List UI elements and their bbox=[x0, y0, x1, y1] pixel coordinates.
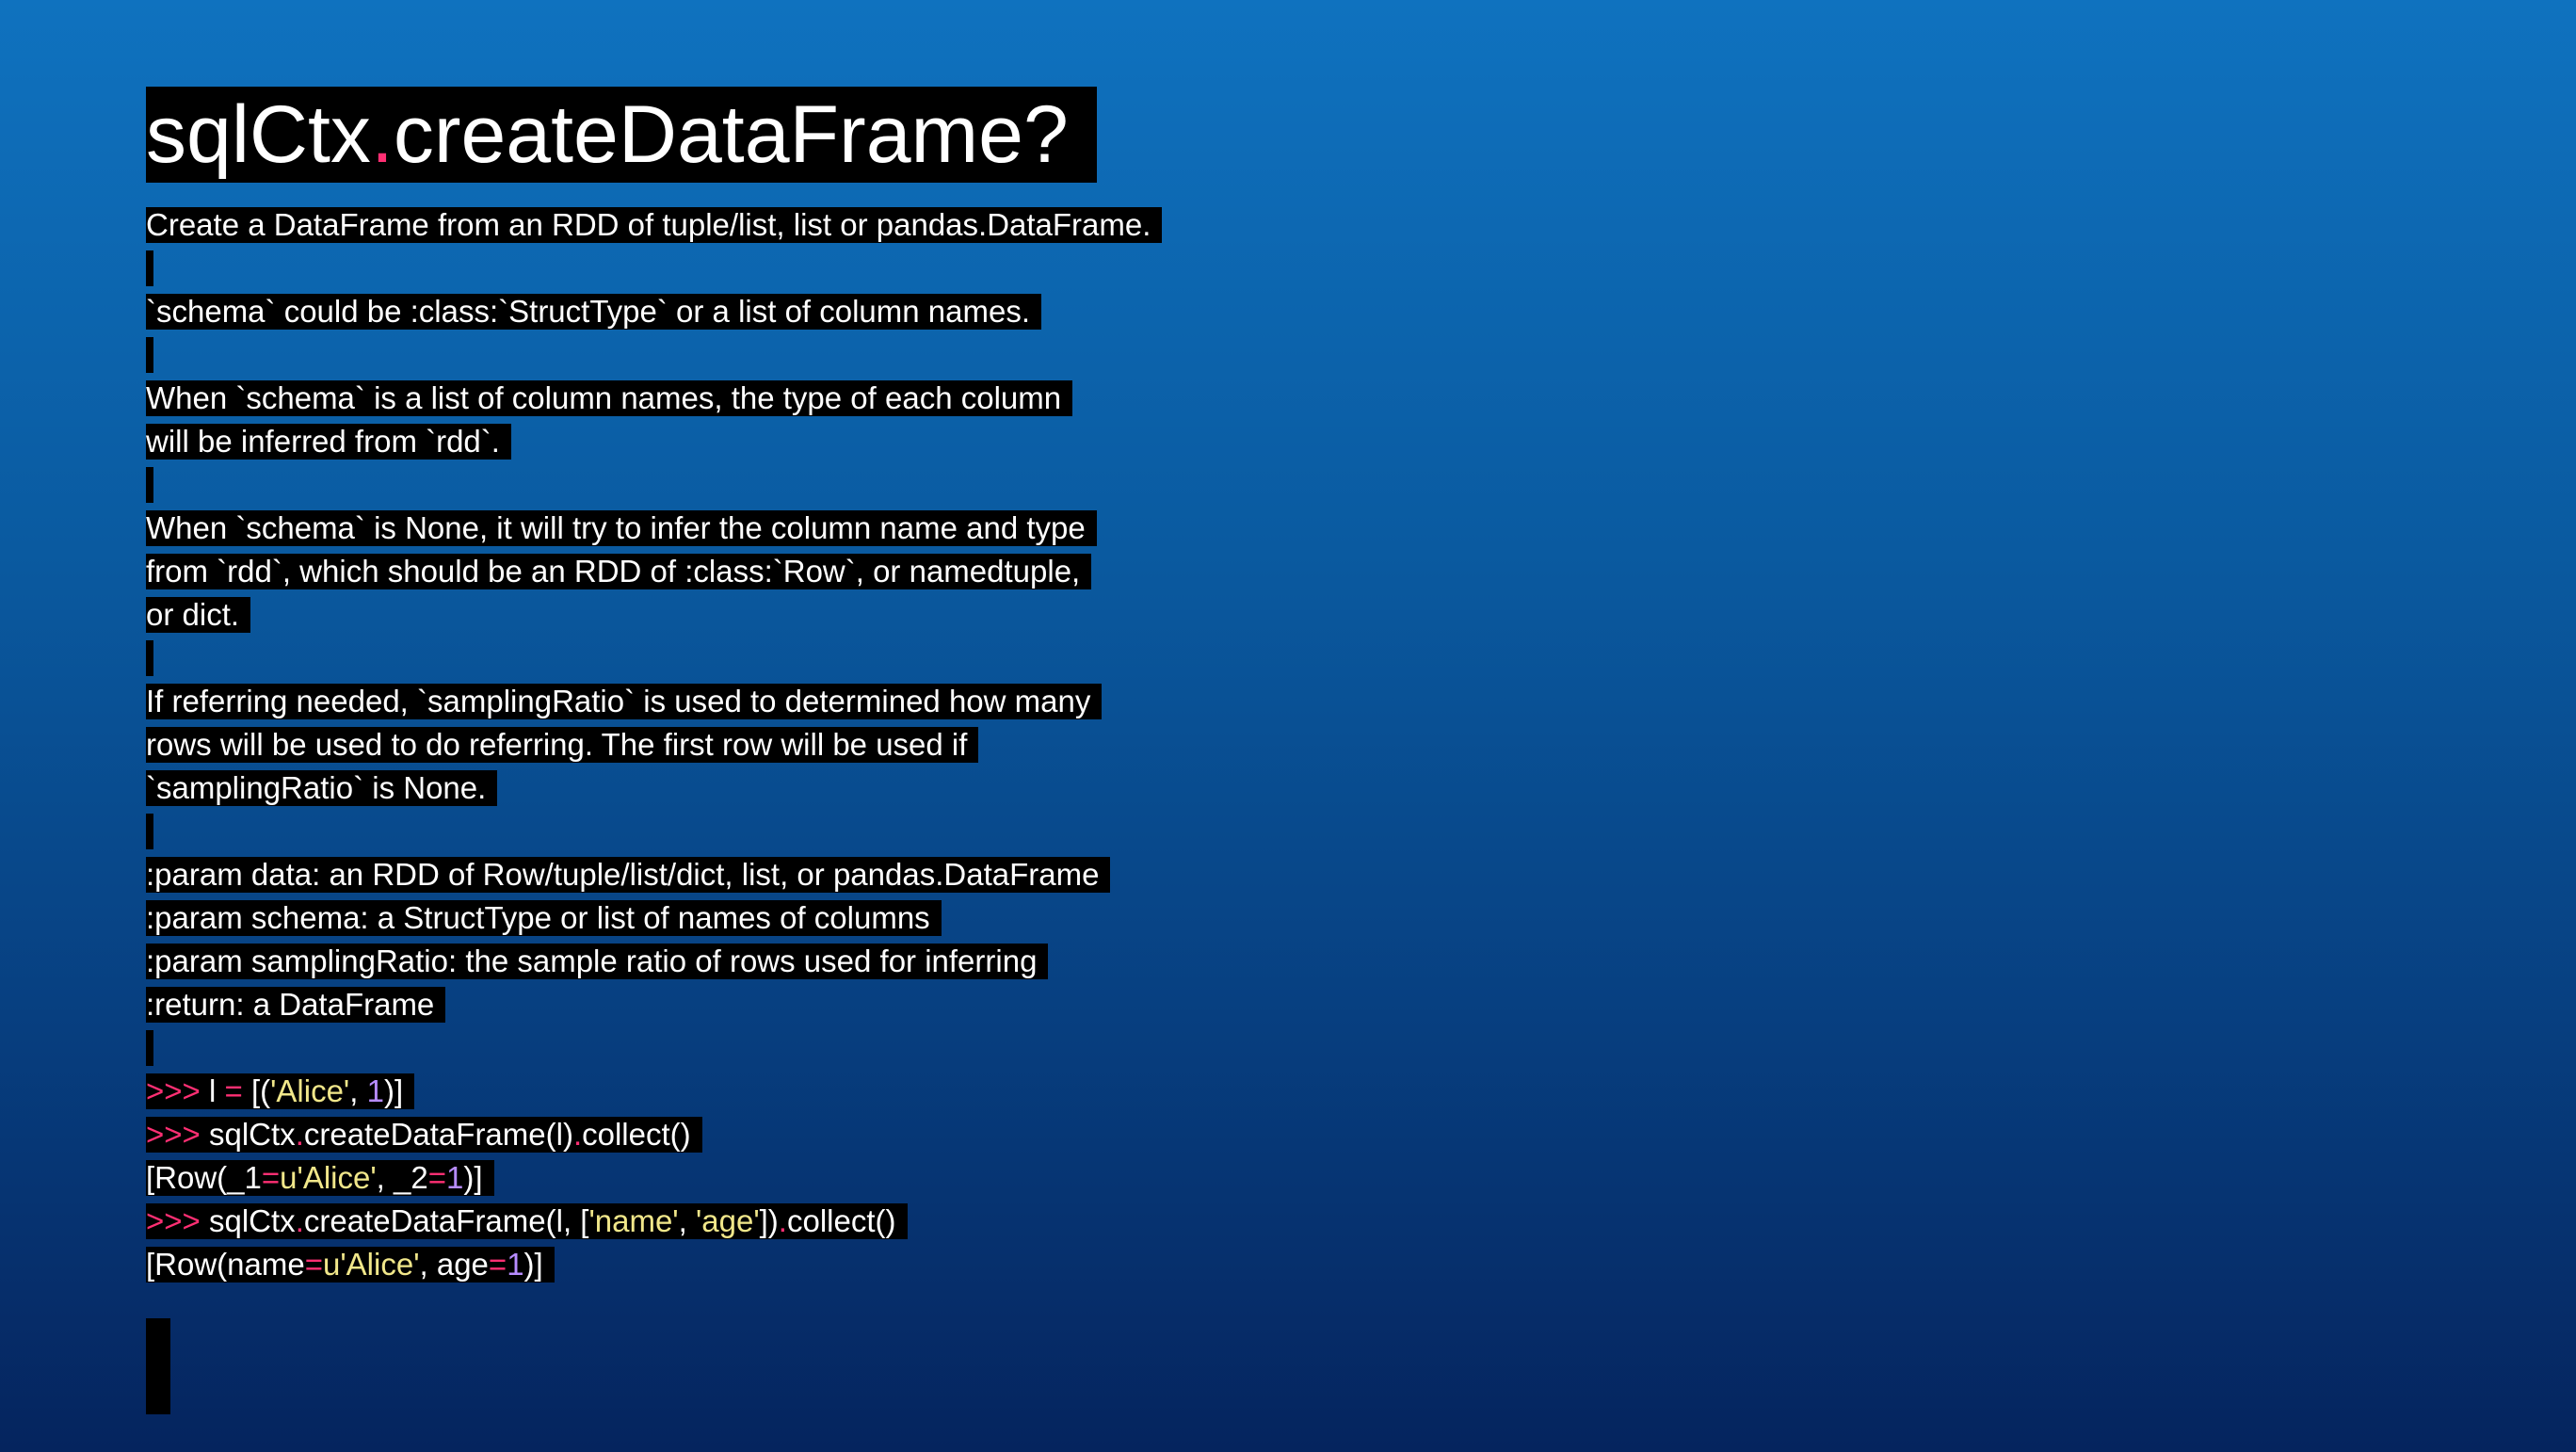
doc-line-text: Create a DataFrame from an RDD of tuple/… bbox=[146, 207, 1163, 243]
doc-line-text: `samplingRatio` is None. bbox=[146, 770, 498, 806]
doc-line: When `schema` is a list of column names,… bbox=[146, 377, 1464, 420]
doc-line: or dict. bbox=[146, 593, 1464, 637]
doc-line: `schema` could be :class:`StructType` or… bbox=[146, 290, 1464, 333]
doc-line-text bbox=[146, 467, 153, 503]
doc-line: :param data: an RDD of Row/tuple/list/di… bbox=[146, 853, 1464, 896]
doc-line-text: from `rdd`, which should be an RDD of :c… bbox=[146, 554, 1092, 589]
doc-line-blank bbox=[146, 1026, 1464, 1070]
doc-line: :param schema: a StructType or list of n… bbox=[146, 896, 1464, 940]
code-example-line: >>> l = [('Alice', 1)] bbox=[146, 1070, 1464, 1113]
code-output-line: [Row(_1=u'Alice', _2=1)] bbox=[146, 1156, 1464, 1200]
title-method: createDataFrame? bbox=[393, 89, 1069, 180]
page-title: sqlCtx.createDataFrame? bbox=[146, 87, 1097, 183]
doc-line-blank bbox=[146, 810, 1464, 853]
doc-line-blank bbox=[146, 637, 1464, 680]
title-dot: . bbox=[370, 89, 394, 180]
doc-line: If referring needed, `samplingRatio` is … bbox=[146, 680, 1464, 723]
doc-line-text: or dict. bbox=[146, 597, 251, 633]
doc-line-text: When `schema` is None, it will try to in… bbox=[146, 510, 1097, 546]
doc-line-text: :param data: an RDD of Row/tuple/list/di… bbox=[146, 857, 1111, 893]
doc-line-text: :return: a DataFrame bbox=[146, 987, 446, 1023]
doc-line-text: rows will be used to do referring. The f… bbox=[146, 727, 979, 763]
doc-line-text: :param samplingRatio: the sample ratio o… bbox=[146, 944, 1049, 979]
doc-line: :param samplingRatio: the sample ratio o… bbox=[146, 940, 1464, 983]
doc-line-text: When `schema` is a list of column names,… bbox=[146, 380, 1073, 416]
doc-line: will be inferred from `rdd`. bbox=[146, 420, 1464, 463]
doc-line-text bbox=[146, 1030, 153, 1066]
doc-line-text bbox=[146, 814, 153, 849]
doc-line-blank bbox=[146, 333, 1464, 377]
text-cursor bbox=[146, 1318, 170, 1414]
repl-prompt: >>> bbox=[146, 1203, 201, 1238]
doc-line-text: `schema` could be :class:`StructType` or… bbox=[146, 294, 1042, 330]
doc-line: :return: a DataFrame bbox=[146, 983, 1464, 1026]
doc-line: Create a DataFrame from an RDD of tuple/… bbox=[146, 203, 1464, 247]
code-output-line: [Row(name=u'Alice', age=1)] bbox=[146, 1243, 1464, 1286]
doc-line: `samplingRatio` is None. bbox=[146, 766, 1464, 810]
doc-line-text: will be inferred from `rdd`. bbox=[146, 424, 511, 460]
doc-line: rows will be used to do referring. The f… bbox=[146, 723, 1464, 766]
doc-line: When `schema` is None, it will try to in… bbox=[146, 507, 1464, 550]
doc-line-blank bbox=[146, 247, 1464, 290]
slide: sqlCtx.createDataFrame? Create a DataFra… bbox=[146, 87, 1464, 1286]
docstring: Create a DataFrame from an RDD of tuple/… bbox=[146, 203, 1464, 1286]
doc-line-text: :param schema: a StructType or list of n… bbox=[146, 900, 942, 936]
title-object: sqlCtx bbox=[146, 89, 371, 180]
repl-prompt: >>> bbox=[146, 1117, 201, 1152]
doc-line-text bbox=[146, 250, 153, 286]
doc-line-text: If referring needed, `samplingRatio` is … bbox=[146, 684, 1103, 719]
doc-line: from `rdd`, which should be an RDD of :c… bbox=[146, 550, 1464, 593]
doc-line-blank bbox=[146, 463, 1464, 507]
code-example-line: >>> sqlCtx.createDataFrame(l, ['name', '… bbox=[146, 1200, 1464, 1243]
code-example-line: >>> sqlCtx.createDataFrame(l).collect() bbox=[146, 1113, 1464, 1156]
doc-line-text bbox=[146, 337, 153, 373]
doc-line-text bbox=[146, 640, 153, 676]
repl-prompt: >>> bbox=[146, 1073, 201, 1108]
